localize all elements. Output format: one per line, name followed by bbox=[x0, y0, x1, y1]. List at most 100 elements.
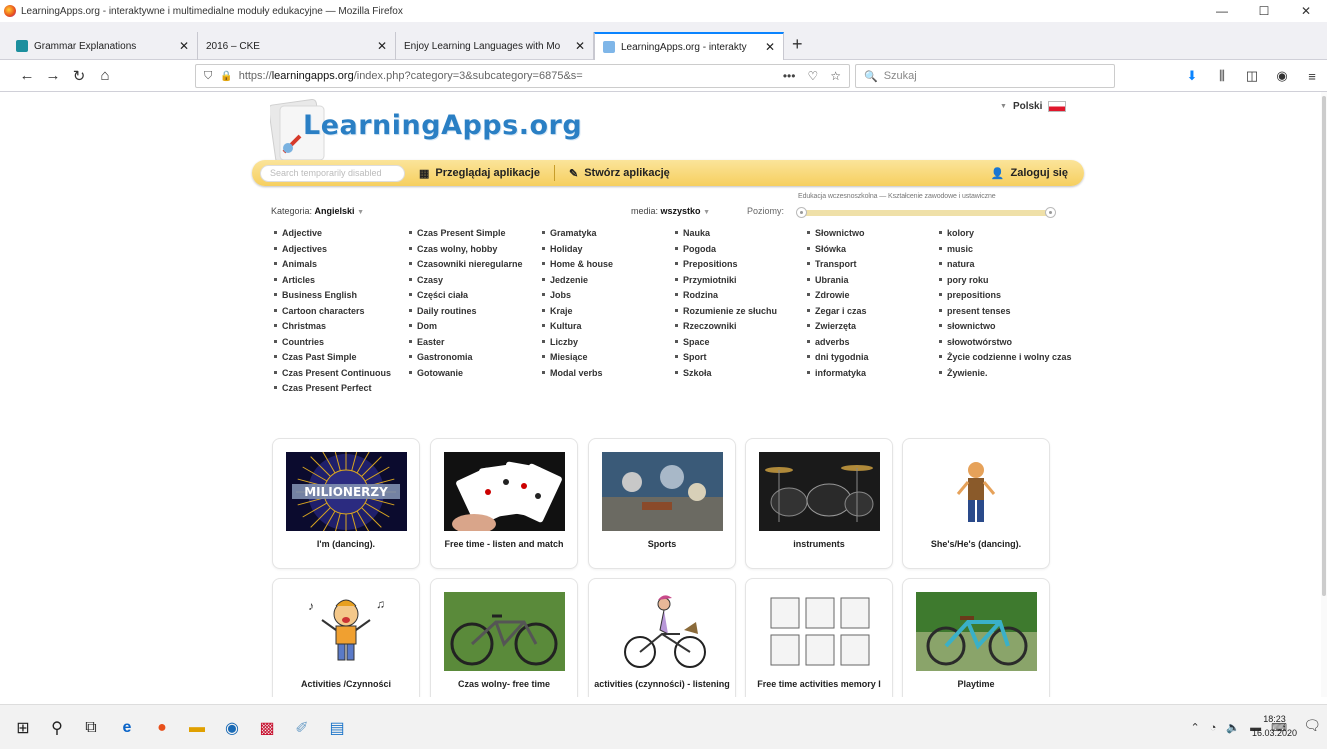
slider-max-handle[interactable] bbox=[1045, 207, 1056, 218]
edge-icon[interactable]: e bbox=[110, 705, 144, 750]
app-title[interactable]: Free time activities memory I bbox=[750, 679, 888, 690]
category-link[interactable]: prepositions bbox=[938, 290, 1072, 300]
category-link[interactable]: Easter bbox=[408, 337, 523, 347]
tray-expand-icon[interactable]: ⌃ bbox=[1191, 721, 1200, 734]
category-link[interactable]: Żywienie. bbox=[938, 368, 1072, 378]
app-card[interactable]: Playtime bbox=[902, 578, 1050, 697]
app-card[interactable]: instruments bbox=[745, 438, 893, 569]
slider-min-handle[interactable] bbox=[796, 207, 807, 218]
scrollbar-thumb[interactable] bbox=[1322, 96, 1326, 596]
site-logo[interactable]: LearningApps.org bbox=[268, 96, 582, 166]
category-link[interactable]: present tenses bbox=[938, 306, 1072, 316]
create-app-button[interactable]: ✎ Stwórz aplikację bbox=[555, 160, 684, 186]
category-link[interactable]: Części ciała bbox=[408, 290, 523, 300]
category-link[interactable]: Czasy bbox=[408, 275, 523, 285]
site-search-input[interactable]: Search temporarily disabled bbox=[260, 164, 405, 182]
tab-close-icon[interactable]: ✕ bbox=[575, 39, 585, 53]
app-title[interactable]: I'm (dancing). bbox=[277, 539, 415, 550]
category-link[interactable]: Zwierzęta bbox=[806, 321, 869, 331]
category-link[interactable]: Sport bbox=[674, 352, 777, 362]
category-link[interactable]: Articles bbox=[273, 275, 391, 285]
tab-enjoy-learning[interactable]: Enjoy Learning Languages with Mo ✕ bbox=[396, 32, 594, 60]
category-link[interactable]: Czas Present Simple bbox=[408, 228, 523, 238]
app-card[interactable]: She's/He's (dancing). bbox=[902, 438, 1050, 569]
page-actions-icon[interactable]: ••• bbox=[783, 69, 796, 83]
app-thumbnail[interactable]: MILIONERZY bbox=[286, 452, 407, 531]
category-link[interactable]: Animals bbox=[273, 259, 391, 269]
media-filter[interactable]: media: wszystko ▼ bbox=[631, 206, 710, 216]
volume-icon[interactable]: 🔈 bbox=[1226, 721, 1240, 734]
category-link[interactable]: Christmas bbox=[273, 321, 391, 331]
pocket-icon[interactable]: ♡ bbox=[807, 69, 818, 83]
tab-grammar-explanations[interactable]: Grammar Explanations ✕ bbox=[8, 32, 198, 60]
category-link[interactable]: Przymiotniki bbox=[674, 275, 777, 285]
notification-icon[interactable]: 🗨 bbox=[1303, 717, 1321, 734]
category-link[interactable]: Jedzenie bbox=[541, 275, 613, 285]
category-link[interactable]: Rzeczowniki bbox=[674, 321, 777, 331]
category-link[interactable]: music bbox=[938, 244, 1072, 254]
close-window-button[interactable]: ✕ bbox=[1285, 0, 1327, 22]
library-icon[interactable]: ⫼ bbox=[1207, 62, 1237, 90]
bookmark-star-icon[interactable]: ☆ bbox=[830, 69, 841, 83]
category-link[interactable]: słowotwórstwo bbox=[938, 337, 1072, 347]
category-link[interactable]: Zegar i czas bbox=[806, 306, 869, 316]
category-link[interactable]: słownictwo bbox=[938, 321, 1072, 331]
category-link[interactable]: kolory bbox=[938, 228, 1072, 238]
maximize-button[interactable]: ☐ bbox=[1243, 0, 1285, 22]
app-title[interactable]: She's/He's (dancing). bbox=[907, 539, 1045, 550]
category-link[interactable]: Ubrania bbox=[806, 275, 869, 285]
category-link[interactable]: Gramatyka bbox=[541, 228, 613, 238]
tab-close-icon[interactable]: ✕ bbox=[377, 39, 387, 53]
task-view-icon[interactable]: ⧉ bbox=[74, 705, 108, 750]
url-bar[interactable]: ⛉ 🔒 https://learningapps.org/index.php?c… bbox=[195, 64, 850, 88]
category-link[interactable]: Zdrowie bbox=[806, 290, 869, 300]
category-link[interactable]: Pogoda bbox=[674, 244, 777, 254]
category-link[interactable]: Prepositions bbox=[674, 259, 777, 269]
forward-icon[interactable]: → bbox=[40, 63, 66, 89]
browser-search-box[interactable]: 🔍 Szukaj bbox=[855, 64, 1115, 88]
category-link[interactable]: Cartoon characters bbox=[273, 306, 391, 316]
category-link[interactable]: Słownictwo bbox=[806, 228, 869, 238]
app-title[interactable]: instruments bbox=[750, 539, 888, 550]
category-link[interactable]: Countries bbox=[273, 337, 391, 347]
category-link[interactable]: Rozumienie ze słuchu bbox=[674, 306, 777, 316]
clock[interactable]: 18:23 16.03.2020 bbox=[1252, 712, 1297, 740]
levels-slider[interactable] bbox=[796, 207, 1056, 218]
tab-close-icon[interactable]: ✕ bbox=[765, 40, 775, 54]
category-link[interactable]: Transport bbox=[806, 259, 869, 269]
category-link[interactable]: Czasowniki nieregularne bbox=[408, 259, 523, 269]
firefox-taskbar-icon[interactable]: ● bbox=[145, 705, 179, 750]
tracking-shield-icon[interactable]: ⛉ bbox=[204, 70, 212, 83]
app-thumbnail[interactable]: ♪ ♫ bbox=[286, 592, 407, 671]
media-icon[interactable]: ◉ bbox=[215, 705, 249, 750]
tab-close-icon[interactable]: ✕ bbox=[179, 39, 189, 53]
category-link[interactable]: Gotowanie bbox=[408, 368, 523, 378]
category-filter[interactable]: Kategoria: Angielski ▼ bbox=[271, 206, 364, 216]
category-link[interactable]: Czas wolny, hobby bbox=[408, 244, 523, 254]
paint-icon[interactable]: ✐ bbox=[285, 705, 319, 750]
category-link[interactable]: Kraje bbox=[541, 306, 613, 316]
category-link[interactable]: Liczby bbox=[541, 337, 613, 347]
category-link[interactable]: Modal verbs bbox=[541, 368, 613, 378]
app-thumbnail[interactable] bbox=[916, 452, 1037, 531]
app-thumbnail[interactable] bbox=[444, 592, 565, 671]
category-link[interactable]: Szkoła bbox=[674, 368, 777, 378]
category-link[interactable]: Czas Present Perfect bbox=[273, 383, 391, 393]
category-link[interactable]: Space bbox=[674, 337, 777, 347]
app-card[interactable]: Free time activities memory I bbox=[745, 578, 893, 697]
category-link[interactable]: Holiday bbox=[541, 244, 613, 254]
tab-cke[interactable]: 2016 – CKE ✕ bbox=[198, 32, 396, 60]
menu-icon[interactable]: ≡ bbox=[1297, 62, 1327, 90]
category-link[interactable]: Daily routines bbox=[408, 306, 523, 316]
category-link[interactable]: Rodzina bbox=[674, 290, 777, 300]
back-icon[interactable]: ← bbox=[14, 63, 40, 89]
app-title[interactable]: Free time - listen and match bbox=[435, 539, 573, 550]
category-link[interactable]: Adjectives bbox=[273, 244, 391, 254]
home-icon[interactable]: ⌂ bbox=[92, 63, 118, 89]
category-link[interactable]: pory roku bbox=[938, 275, 1072, 285]
app-card[interactable]: activities (czynności) - listening bbox=[588, 578, 736, 697]
category-link[interactable]: Życie codzienne i wolny czas bbox=[938, 352, 1072, 362]
category-link[interactable]: Słówka bbox=[806, 244, 869, 254]
sidebar-icon[interactable]: ◫ bbox=[1237, 62, 1267, 90]
app-title[interactable]: Sports bbox=[593, 539, 731, 550]
